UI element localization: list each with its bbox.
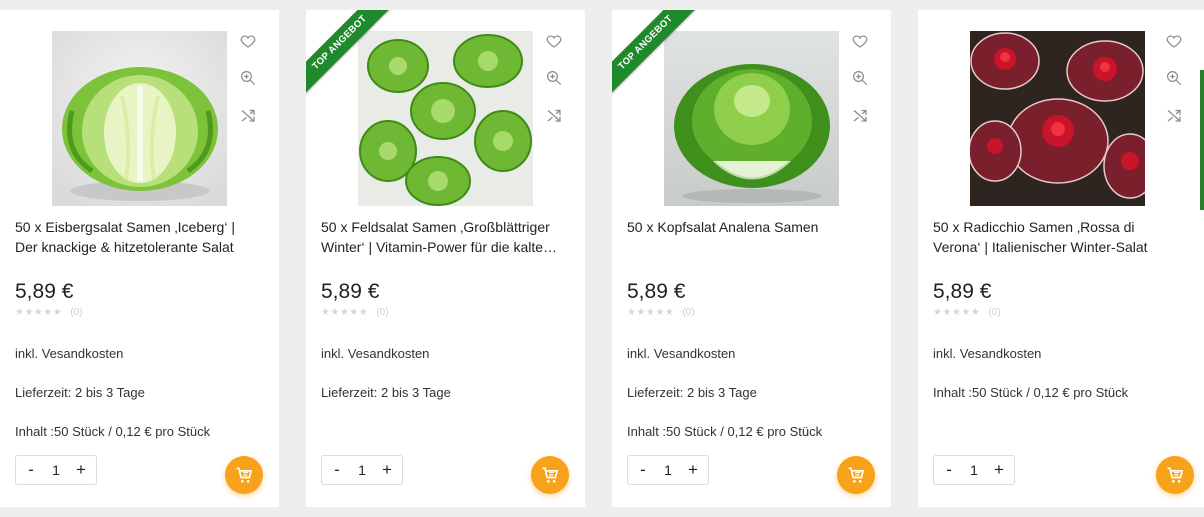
product-actions <box>237 30 261 141</box>
quantity-stepper: - 1 + <box>15 455 97 485</box>
product-title[interactable]: 50 x Feldsalat Samen ‚Großblättriger Win… <box>321 217 561 257</box>
rating-count: (0) <box>70 307 83 318</box>
compare-button[interactable] <box>237 104 259 126</box>
rating: ★★★★★ (0) <box>321 307 389 318</box>
lambs-lettuce-image <box>358 31 533 206</box>
qty-decrease-button[interactable]: - <box>942 460 956 480</box>
compare-button[interactable] <box>1163 104 1185 126</box>
rating-stars: ★★★★★ <box>933 307 981 318</box>
shuffle-icon <box>853 109 867 122</box>
quick-view-button[interactable] <box>543 67 565 89</box>
cart-icon <box>542 467 559 483</box>
product-image[interactable] <box>358 31 533 206</box>
heart-icon <box>546 35 562 48</box>
quick-view-button[interactable] <box>237 67 259 89</box>
shipping-info: inkl. Vesandkosten <box>933 346 1042 361</box>
wishlist-button[interactable] <box>849 30 871 52</box>
wishlist-button[interactable] <box>1163 30 1185 52</box>
product-title[interactable]: 50 x Eisbergsalat Samen ‚Iceberg‘ | Der … <box>15 217 255 257</box>
delivery-time: Lieferzeit: 2 bis 3 Tage <box>627 385 757 400</box>
product-price: 5,89 € <box>15 280 74 303</box>
zoom-in-icon <box>241 71 256 86</box>
delivery-time: Lieferzeit: 2 bis 3 Tage <box>15 385 145 400</box>
product-price: 5,89 € <box>321 280 380 303</box>
rating: ★★★★★ (0) <box>627 307 695 318</box>
product-image[interactable] <box>970 31 1145 206</box>
zoom-in-icon <box>853 71 868 86</box>
qty-value[interactable]: 1 <box>664 462 672 478</box>
cart-icon <box>236 467 253 483</box>
quantity-stepper: - 1 + <box>933 455 1015 485</box>
content-info: Inhalt :50 Stück / 0,12 € pro Stück <box>627 424 823 439</box>
compare-button[interactable] <box>849 104 871 126</box>
add-to-cart-button[interactable] <box>1156 456 1194 494</box>
shuffle-icon <box>241 109 255 122</box>
butterhead-lettuce-image <box>664 31 839 206</box>
qty-value[interactable]: 1 <box>970 462 978 478</box>
rating: ★★★★★ (0) <box>15 307 83 318</box>
qty-increase-button[interactable]: + <box>74 460 88 480</box>
zoom-in-icon <box>547 71 562 86</box>
quantity-stepper: - 1 + <box>627 455 709 485</box>
qty-decrease-button[interactable]: - <box>636 460 650 480</box>
product-actions <box>849 30 873 141</box>
heart-icon <box>852 35 868 48</box>
rating-count: (0) <box>988 307 1001 318</box>
product-actions <box>543 30 567 141</box>
cart-icon <box>1167 467 1184 483</box>
wishlist-button[interactable] <box>237 30 259 52</box>
content-info: Inhalt :50 Stück / 0,12 € pro Stück <box>933 385 1129 400</box>
zoom-in-icon <box>1167 71 1182 86</box>
content-info: Inhalt :50 Stück / 0,12 € pro Stück <box>15 424 211 439</box>
product-title[interactable]: 50 x Kopfsalat Analena Samen <box>627 217 867 237</box>
product-image[interactable] <box>52 31 227 206</box>
qty-decrease-button[interactable]: - <box>330 460 344 480</box>
card-edge-decoration <box>1200 70 1204 210</box>
shipping-info: inkl. Vesandkosten <box>15 346 124 361</box>
qty-increase-button[interactable]: + <box>686 460 700 480</box>
quick-view-button[interactable] <box>849 67 871 89</box>
shipping-info: inkl. Vesandkosten <box>321 346 430 361</box>
add-to-cart-button[interactable] <box>531 456 569 494</box>
delivery-time: Lieferzeit: 2 bis 3 Tage <box>321 385 451 400</box>
product-grid: 50 x Eisbergsalat Samen ‚Iceberg‘ | Der … <box>0 0 1204 517</box>
compare-button[interactable] <box>543 104 565 126</box>
product-price: 5,89 € <box>933 280 992 303</box>
rating-stars: ★★★★★ <box>321 307 369 318</box>
rating-count: (0) <box>376 307 389 318</box>
qty-value[interactable]: 1 <box>52 462 60 478</box>
heart-icon <box>1166 35 1182 48</box>
shuffle-icon <box>547 109 561 122</box>
qty-increase-button[interactable]: + <box>380 460 394 480</box>
shuffle-icon <box>1167 109 1181 122</box>
quick-view-button[interactable] <box>1163 67 1185 89</box>
rating-count: (0) <box>682 307 695 318</box>
product-image[interactable] <box>664 31 839 206</box>
product-actions <box>1163 30 1187 141</box>
radicchio-image <box>970 31 1145 206</box>
qty-increase-button[interactable]: + <box>992 460 1006 480</box>
quantity-stepper: - 1 + <box>321 455 403 485</box>
iceberg-lettuce-image <box>52 31 227 206</box>
product-card: 50 x Radicchio Samen ‚Rossa di Verona‘ |… <box>918 10 1204 507</box>
rating: ★★★★★ (0) <box>933 307 1001 318</box>
cart-icon <box>848 467 865 483</box>
qty-value[interactable]: 1 <box>358 462 366 478</box>
product-card: TOP ANGEBOT 50 x Kopfsalat Analena Samen… <box>612 10 891 507</box>
add-to-cart-button[interactable] <box>225 456 263 494</box>
wishlist-button[interactable] <box>543 30 565 52</box>
product-card: 50 x Eisbergsalat Samen ‚Iceberg‘ | Der … <box>0 10 279 507</box>
product-price: 5,89 € <box>627 280 686 303</box>
product-title[interactable]: 50 x Radicchio Samen ‚Rossa di Verona‘ |… <box>933 217 1173 257</box>
product-card: TOP ANGEBOT 50 x Feldsalat Samen ‚Großbl… <box>306 10 585 507</box>
rating-stars: ★★★★★ <box>15 307 63 318</box>
qty-decrease-button[interactable]: - <box>24 460 38 480</box>
add-to-cart-button[interactable] <box>837 456 875 494</box>
shipping-info: inkl. Vesandkosten <box>627 346 736 361</box>
heart-icon <box>240 35 256 48</box>
rating-stars: ★★★★★ <box>627 307 675 318</box>
